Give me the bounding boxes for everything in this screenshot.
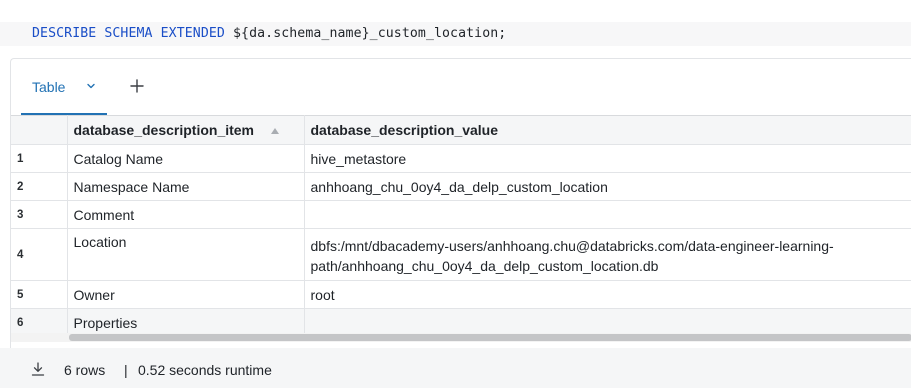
result-panel: Table database_description_item database…: [10, 58, 911, 349]
cell-item[interactable]: Location: [67, 228, 305, 281]
add-tab-plus-icon[interactable]: [129, 78, 145, 94]
cell-value[interactable]: dbfs:/mnt/dbacademy-users/anhhoang.chu@d…: [304, 228, 911, 281]
cell-item[interactable]: Owner: [67, 280, 305, 309]
sql-code-line[interactable]: DESCRIBE SCHEMA EXTENDED ${da.schema_nam…: [32, 26, 506, 41]
horizontal-scrollbar[interactable]: [11, 333, 911, 342]
cell-item[interactable]: Catalog Name: [67, 144, 305, 173]
column-header-value[interactable]: database_description_value: [304, 115, 911, 145]
row-count: 6 rows: [64, 362, 106, 378]
table-row: 4 Location dbfs:/mnt/dbacademy-users/anh…: [11, 228, 911, 281]
column-header-item[interactable]: database_description_item: [67, 115, 305, 145]
sort-ascending-icon[interactable]: [270, 127, 280, 135]
runtime-text: 0.52 seconds runtime: [138, 362, 272, 378]
code-cell[interactable]: DESCRIBE SCHEMA EXTENDED ${da.schema_nam…: [0, 22, 911, 46]
footer-separator: |: [124, 362, 128, 378]
table-header-row: database_description_item database_descr…: [11, 115, 911, 145]
table-row: 5 Owner root: [11, 280, 911, 309]
row-index-header: [11, 115, 68, 145]
download-icon[interactable]: [30, 361, 46, 377]
results-footer: 6 rows | 0.52 seconds runtime: [0, 348, 911, 388]
table-row: 3 Comment: [11, 200, 911, 229]
table-row: 1 Catalog Name hive_metastore: [11, 144, 911, 173]
column-header-value-label: database_description_value: [310, 122, 499, 138]
row-index: 5: [11, 280, 68, 309]
sql-keywords: DESCRIBE SCHEMA EXTENDED: [32, 26, 225, 41]
cell-item[interactable]: Namespace Name: [67, 172, 305, 201]
cell-value[interactable]: anhhoang_chu_0oy4_da_delp_custom_locatio…: [304, 172, 911, 201]
row-index: 3: [11, 200, 68, 229]
results-table: database_description_item database_descr…: [11, 115, 911, 337]
result-tab-bar: Table: [11, 59, 911, 115]
sql-code-rest: ${da.schema_name}_custom_location;: [224, 26, 507, 41]
row-index: 1: [11, 144, 68, 173]
row-index: 2: [11, 172, 68, 201]
row-index: 4: [11, 228, 68, 281]
column-header-item-label: database_description_item: [73, 122, 255, 138]
tab-table[interactable]: Table: [32, 79, 65, 95]
chevron-down-icon[interactable]: [86, 81, 96, 91]
cell-value[interactable]: [304, 200, 911, 229]
cell-value[interactable]: root: [304, 280, 911, 309]
cell-item[interactable]: Comment: [67, 200, 305, 229]
scrollbar-thumb[interactable]: [69, 334, 911, 341]
table-row: 2 Namespace Name anhhoang_chu_0oy4_da_de…: [11, 172, 911, 201]
cell-value[interactable]: hive_metastore: [304, 144, 911, 173]
